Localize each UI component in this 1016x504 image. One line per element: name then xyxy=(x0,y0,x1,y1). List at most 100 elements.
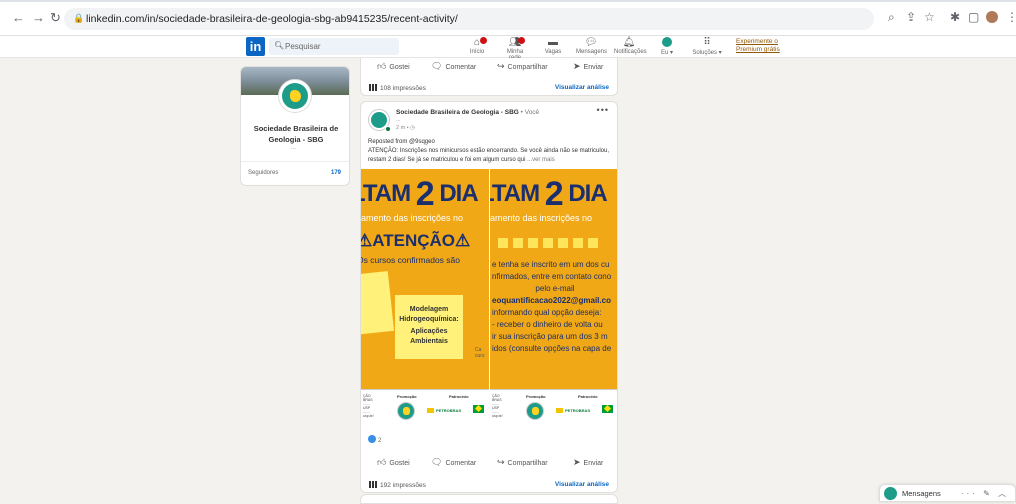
post-actions: 👍︎ Gostei 🗨 Comentar ↪ Compartilhar ➤ Enviar xyxy=(361,457,617,471)
flyer-line: e tenha se inscrito em um dos cu xyxy=(492,260,610,269)
back-icon[interactable]: ← xyxy=(12,10,25,25)
share-button[interactable]: ↪ Compartilhar xyxy=(497,61,548,72)
repost-icon: ↪ xyxy=(497,61,505,71)
profile-avatar-icon[interactable] xyxy=(986,11,998,23)
premium-link[interactable]: Experimente o Premium grátis xyxy=(736,38,780,54)
nav-label: Mensagens xyxy=(576,49,608,55)
next-post xyxy=(360,494,618,504)
org-logo[interactable] xyxy=(278,79,312,113)
share-icon[interactable]: ⇪ xyxy=(906,10,916,24)
share-label: Compartilhar xyxy=(507,460,548,467)
flyer-image-1[interactable]: LTAM 2 DIA rramento das inscrições no ⚠A… xyxy=(361,169,489,389)
sponsor-small-text: ÇÃO BRAS ....... USP ....... usp.br/ xyxy=(363,394,374,418)
sponsor-small-text: ÇÃO BRAS ....... USP ....... usp.br/ xyxy=(492,394,503,418)
sticky-note-course: Modelagem Hidrogeoquímica: Aplicações Am… xyxy=(395,295,463,359)
followers-count[interactable]: 179 xyxy=(331,170,341,176)
bar-chart-icon xyxy=(369,481,377,488)
sbg-logo xyxy=(526,402,544,420)
more-options-icon[interactable]: ••• xyxy=(597,105,609,115)
impressions[interactable]: 108 impressões xyxy=(369,84,426,92)
nav-notifications[interactable]: 🔔︎ Notificações xyxy=(614,37,647,55)
petrobras-logo: PETROBRAS xyxy=(556,408,590,413)
flyer-line: - receber o dinheiro de volta ou xyxy=(492,320,603,329)
network-icon: 👥︎ xyxy=(508,37,522,48)
bell-icon: 🔔︎ xyxy=(622,37,636,48)
petrobras-logo: PETROBRAS xyxy=(427,408,461,413)
nav-home[interactable]: ⌂ Início xyxy=(462,37,492,55)
lock-icon: 🔒 xyxy=(73,13,85,23)
bookmark-star-icon[interactable]: ☆ xyxy=(924,10,935,24)
flyer-line: idos (consulte opções na capa de xyxy=(492,344,612,353)
forward-icon[interactable]: → xyxy=(32,10,45,25)
post-time: 2 m • ◷ xyxy=(396,125,415,131)
messaging-controls[interactable]: ··· ✎ ︿ xyxy=(961,488,1009,499)
share-button[interactable]: ↪ Compartilhar xyxy=(497,457,548,468)
linkedin-logo[interactable]: in xyxy=(246,37,265,56)
extensions-icon[interactable]: ✱ xyxy=(950,10,960,24)
nav-jobs[interactable]: ▬ Vagas xyxy=(538,37,568,55)
side-panel-icon[interactable]: ▢ xyxy=(968,10,979,24)
url-path: /in/sociedade-brasileira-de-geologia-sbg… xyxy=(144,13,458,25)
reactions-count[interactable]: 2 xyxy=(368,435,381,444)
search-icon: 🔍︎ xyxy=(274,41,285,50)
zoom-icon[interactable]: ⌕ xyxy=(888,10,895,25)
thumbs-up-icon: 👍︎ xyxy=(377,61,387,71)
nav-messages[interactable]: 💬︎ Mensagens xyxy=(576,37,608,55)
nav-label: Eu ▾ xyxy=(660,50,674,56)
address-bar[interactable]: 🔒 linkedin.com/in/sociedade-brasileira-d… xyxy=(64,8,874,30)
nav-label: Soluções ▾ xyxy=(692,50,722,56)
browser-menu-icon[interactable]: ⋮ xyxy=(1006,10,1016,24)
org-name[interactable]: Sociedade Brasileira de Geologia - SBG xyxy=(247,123,345,145)
search-input[interactable]: 🔍︎ Pesquisar xyxy=(269,38,399,55)
followers-label[interactable]: Seguidores xyxy=(248,170,278,176)
nav-me[interactable]: Eu ▾ xyxy=(652,37,682,56)
flyer-warning: ⚠ATENÇÃO⚠ xyxy=(361,231,471,250)
comment-icon: 🗨 xyxy=(431,457,443,467)
sponsor-label: Patrocínio xyxy=(578,394,598,399)
flyer-subtitle: rramento das inscrições no xyxy=(490,213,593,223)
promo-label: Promoção xyxy=(397,394,417,399)
comment-icon: 🗨 xyxy=(431,61,443,71)
post-text: ATENÇÃO: Inscrições nos minicursos estão… xyxy=(368,148,610,163)
like-label: Gostei xyxy=(389,460,410,467)
briefcase-icon: ▬ xyxy=(548,37,558,48)
flyer-image-2[interactable]: LTAM 2 DIA rramento das inscrições no e … xyxy=(490,169,617,389)
impressions[interactable]: 192 impressões xyxy=(369,481,426,489)
notification-badge xyxy=(480,37,487,44)
like-reaction-icon xyxy=(368,435,376,443)
comment-button[interactable]: 🗨 Comentar xyxy=(431,457,476,468)
view-analytics-link[interactable]: Visualizar análise xyxy=(555,84,609,91)
author-avatar[interactable] xyxy=(368,109,391,132)
grid-icon: ⠿ xyxy=(703,37,711,48)
messaging-avatar xyxy=(884,487,897,500)
like-button[interactable]: 👍︎ Gostei xyxy=(377,61,410,72)
send-button[interactable]: ➤ Enviar xyxy=(573,457,603,468)
flyer-courses-line: Os cursos confirmados são xyxy=(361,255,460,265)
view-analytics-link[interactable]: Visualizar análise xyxy=(555,481,609,488)
flyer-line: nfirmados, entre em contato cono xyxy=(492,272,612,281)
notification-badge xyxy=(518,37,525,44)
promo-label: Promoção xyxy=(526,394,546,399)
repost-icon: ↪ xyxy=(497,457,505,467)
nav-solutions[interactable]: ⠿ Soluções ▾ xyxy=(692,37,722,56)
repost-source: Reposted from @9sqgeo xyxy=(368,139,435,145)
comment-button[interactable]: 🗨 Comentar xyxy=(431,61,476,72)
send-label: Enviar xyxy=(583,64,604,71)
tab-strip xyxy=(0,0,1016,2)
flyer-line: informando qual opção deseja: xyxy=(492,308,602,317)
messaging-bar[interactable]: Mensagens ··· ✎ ︿ xyxy=(879,484,1016,502)
reload-icon[interactable]: ↻ xyxy=(50,10,61,26)
nav-label: Início xyxy=(469,49,485,55)
chat-icon: 💬︎ xyxy=(584,37,598,48)
send-button[interactable]: ➤ Enviar xyxy=(573,61,603,72)
linkedin-header: in 🔍︎ Pesquisar ⌂ Início 👥︎ Minha rede ▬… xyxy=(0,36,1016,61)
flyer-title: LTAM 2 DIA xyxy=(361,175,479,213)
sticky-note: s) xyxy=(361,271,395,335)
like-button[interactable]: 👍︎ Gostei xyxy=(377,457,410,468)
impressions-label: 192 impressões xyxy=(380,482,426,489)
see-more-link[interactable]: ...ver mais xyxy=(527,157,555,163)
author-name[interactable]: Sociedade Brasileira de Geologia - SBG •… xyxy=(396,109,539,116)
like-label: Gostei xyxy=(389,64,410,71)
thumbs-up-icon: 👍︎ xyxy=(377,457,387,467)
flyer-line: pelo e-mail xyxy=(535,284,575,293)
